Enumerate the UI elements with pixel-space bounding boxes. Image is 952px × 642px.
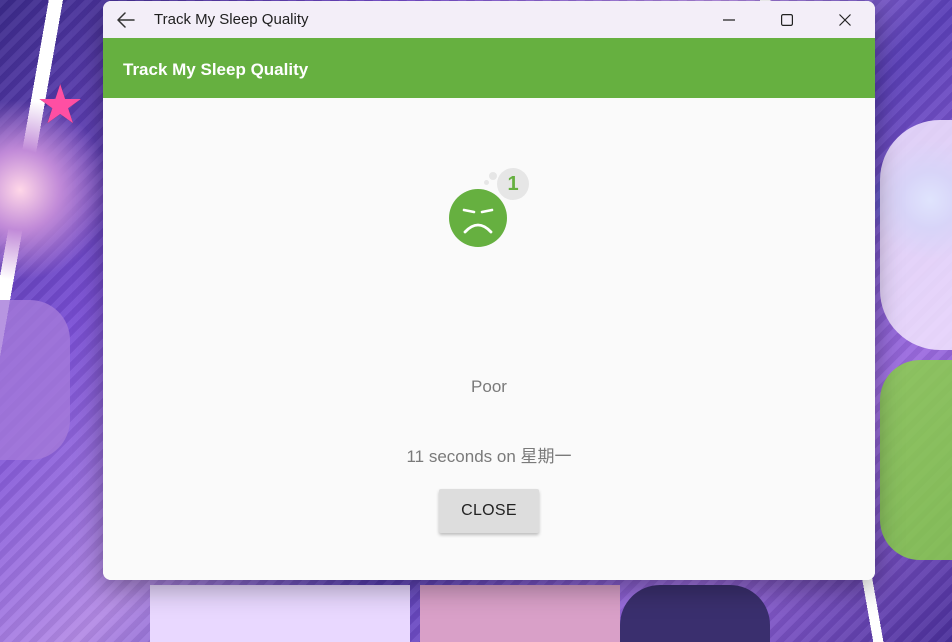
window-title: Track My Sleep Quality xyxy=(154,11,309,28)
wallpaper-shape xyxy=(150,585,410,642)
sad-face-icon xyxy=(449,189,507,247)
wallpaper-shape xyxy=(420,585,620,642)
sleep-quality-label: Poor xyxy=(471,377,507,396)
window-close-button[interactable] xyxy=(816,1,874,38)
star-icon: ★ xyxy=(36,75,85,135)
back-button[interactable] xyxy=(113,7,139,33)
back-arrow-icon xyxy=(117,12,135,28)
maximize-button[interactable] xyxy=(758,1,816,38)
app-bar: Track My Sleep Quality xyxy=(103,38,875,98)
wallpaper-shape xyxy=(880,120,952,350)
close-button[interactable]: CLOSE xyxy=(439,489,539,533)
sleep-duration-text: 11 seconds on 星期一 xyxy=(406,447,572,466)
thought-bubble-small xyxy=(489,172,497,180)
minimize-button[interactable] xyxy=(700,1,758,38)
app-bar-title: Track My Sleep Quality xyxy=(123,60,309,79)
wallpaper-shape xyxy=(880,360,952,560)
thought-bubble-small xyxy=(484,180,489,185)
wallpaper-shape xyxy=(0,300,70,460)
close-icon xyxy=(839,13,851,26)
minimize-icon xyxy=(723,18,735,21)
title-bar: Track My Sleep Quality xyxy=(103,1,875,38)
app-window: Track My Sleep Quality Track My Sleep Qu… xyxy=(103,1,875,580)
wallpaper-shape xyxy=(620,585,770,642)
sleep-detail-panel: 1 Poor 11 seconds on 星期一 CLOSE xyxy=(103,98,875,580)
maximize-icon xyxy=(781,13,793,26)
